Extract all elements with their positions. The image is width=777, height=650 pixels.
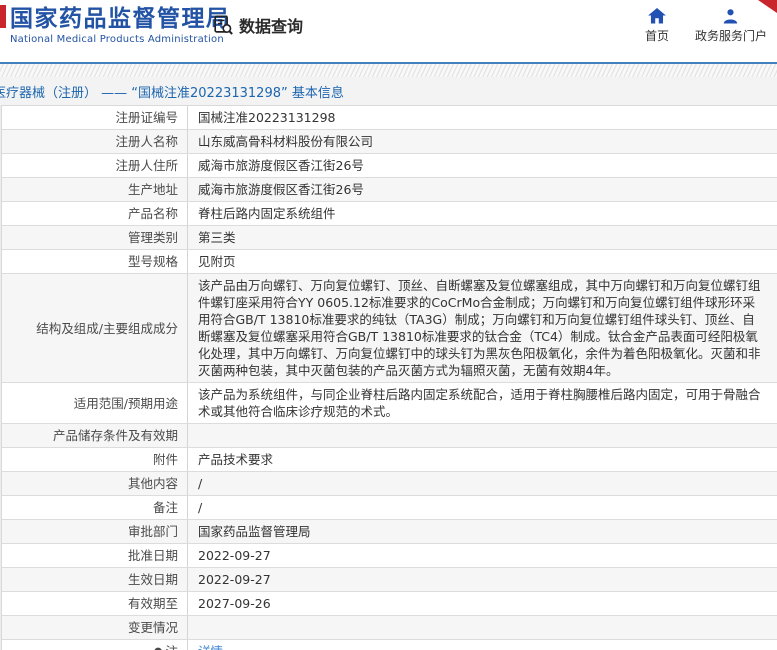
field-value: 第三类 [198, 230, 236, 245]
breadcrumb-bar: 医疗器械（注册） —— “国械注准20223131298” 基本信息 [0, 77, 777, 105]
field-value: / [198, 500, 203, 515]
field-value: 2022-09-27 [198, 572, 271, 587]
site-logo[interactable]: 国家药品监督管理局 National Medical Products Admi… [10, 6, 231, 46]
document-search-icon [212, 14, 234, 36]
field-label: 审批部门 [2, 520, 188, 543]
site-title-en: National Medical Products Administration [10, 34, 224, 45]
table-row: 备注 / [2, 496, 777, 520]
field-label: 注册人住所 [2, 154, 188, 177]
table-row: 注册证编号 国械注准20223131298 [2, 106, 777, 130]
table-row: 注册人名称 山东威高骨科材料股份有限公司 [2, 130, 777, 154]
field-value: 2027-09-26 [198, 596, 271, 611]
field-value: 国家药品监督管理局 [198, 524, 311, 539]
data-query-nav[interactable]: 数据查询 [212, 13, 303, 37]
divider-band [0, 62, 777, 77]
field-label: 注册证编号 [2, 106, 188, 129]
field-value: 该产品由万向螺钉、万向复位螺钉、顶丝、自断螺塞及复位螺塞组成，其中万向螺钉和万向… [198, 278, 761, 378]
header-nav: 首页 政务服务门户 [645, 8, 767, 44]
field-value: 国械注准20223131298 [198, 110, 336, 125]
table-row: 审批部门 国家药品监督管理局 [2, 520, 777, 544]
field-label: 适用范围/预期用途 [2, 383, 188, 423]
field-label-text: 注 [165, 643, 178, 650]
table-row: 生效日期 2022-09-27 [2, 568, 777, 592]
home-link[interactable]: 首页 [645, 8, 669, 44]
field-value: 见附页 [198, 254, 236, 269]
portal-label: 政务服务门户 [694, 29, 767, 43]
portal-link[interactable]: 政务服务门户 [695, 8, 767, 44]
field-label: 注册人名称 [2, 130, 188, 153]
field-label: 结构及组成/主要组成成分 [2, 274, 188, 382]
field-value: 产品技术要求 [198, 452, 274, 467]
header: 国家药品监督管理局 National Medical Products Admi… [0, 0, 777, 62]
table-row: 型号规格 见附页 [2, 250, 777, 274]
field-value: 山东威高骨科材料股份有限公司 [198, 134, 374, 149]
table-row: 产品名称 脊柱后路内固定系统组件 [2, 202, 777, 226]
user-icon [722, 8, 739, 24]
field-label: 管理类别 [2, 226, 188, 249]
field-value: 威海市旅游度假区香江街26号 [198, 158, 364, 173]
table-row: 注册人住所 威海市旅游度假区香江街26号 [2, 154, 777, 178]
corner-ribbon [758, 0, 777, 13]
field-label: 备注 [2, 496, 188, 519]
table-row: 附件 产品技术要求 [2, 448, 777, 472]
registration-info-table: 注册证编号 国械注准20223131298 注册人名称 山东威高骨科材料股份有限公司注… [1, 105, 777, 650]
field-label: 附件 [2, 448, 188, 471]
field-label: 生产地址 [2, 178, 188, 201]
table-row: 变更情况 [2, 616, 777, 640]
field-value [188, 616, 777, 639]
field-label: 产品储存条件及有效期 [2, 424, 188, 447]
breadcrumb: 医疗器械（注册） —— “国械注准20223131298” 基本信息 [0, 85, 344, 101]
field-label: 产品名称 [2, 202, 188, 225]
table-row: 有效期至 2027-09-26 [2, 592, 777, 616]
field-value: 该产品为系统组件，与同企业脊柱后路内固定系统配合，适用于脊柱胸腰椎后路内固定，可… [198, 387, 761, 419]
field-label: 有效期至 [2, 592, 188, 615]
table-row: 适用范围/预期用途 该产品为系统组件，与同企业脊柱后路内固定系统配合，适用于脊柱胸… [2, 383, 777, 424]
home-label: 首页 [644, 29, 669, 43]
table-row: 结构及组成/主要组成成分 该产品由万向螺钉、万向复位螺钉、顶丝、自断螺塞及复位螺塞… [2, 274, 777, 383]
home-icon [648, 8, 666, 24]
field-label: 型号规格 [2, 250, 188, 273]
table-row: 批准日期 2022-09-27 [2, 544, 777, 568]
data-query-label: 数据查询 [239, 17, 304, 36]
site-title-cn: 国家药品监督管理局 [10, 6, 231, 32]
field-value: 详情 [188, 640, 777, 650]
field-value: 脊柱后路内固定系统组件 [198, 206, 336, 221]
details-link[interactable]: 详情 [198, 643, 223, 650]
field-label: 生效日期 [2, 568, 188, 591]
field-label: 其他内容 [2, 472, 188, 495]
table-row: 生产地址 威海市旅游度假区香江街26号 [2, 178, 777, 202]
table-row: 其他内容 / [2, 472, 777, 496]
field-value: / [198, 476, 203, 491]
field-value: 威海市旅游度假区香江街26号 [198, 182, 364, 197]
note-marker-icon: ● [154, 643, 163, 650]
table-row: ●注 详情 [2, 640, 777, 650]
field-value [188, 424, 777, 447]
field-label: ●注 [2, 640, 188, 650]
table-row: 产品储存条件及有效期 [2, 424, 777, 448]
field-value: 2022-09-27 [198, 548, 271, 563]
field-label: 变更情况 [2, 616, 188, 639]
emblem-fragment [0, 5, 6, 28]
table-row: 管理类别 第三类 [2, 226, 777, 250]
field-label: 批准日期 [2, 544, 188, 567]
